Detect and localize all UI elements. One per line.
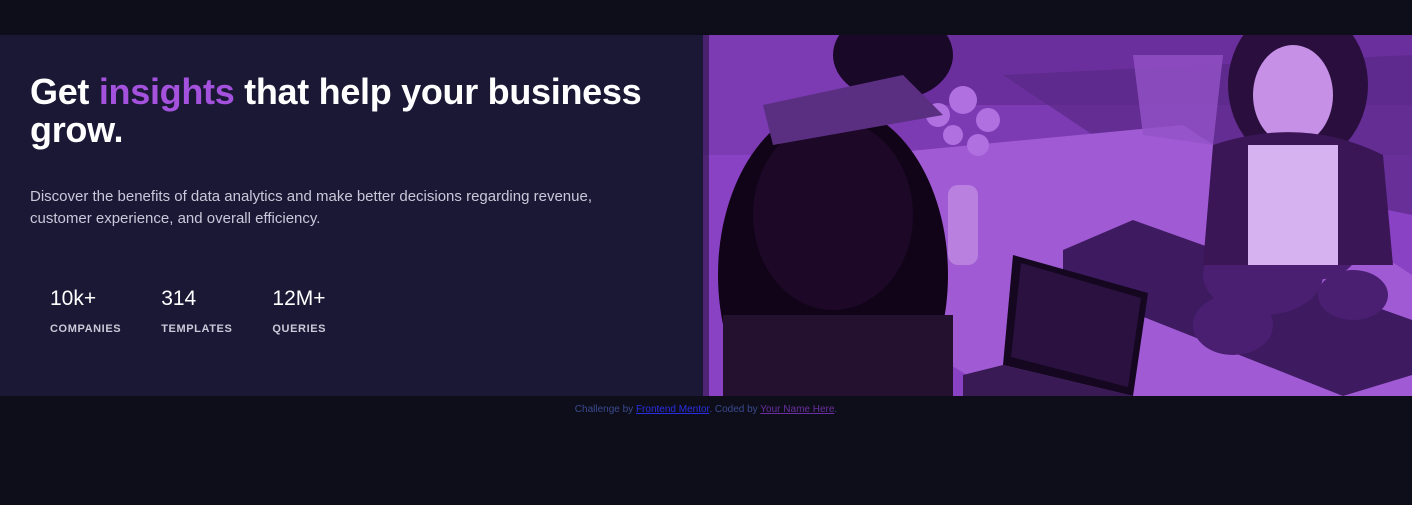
stat-label: QUERIES (272, 323, 327, 335)
stats-list: 10k+ COMPANIES 314 TEMPLATES 12M+ QUERIE… (30, 287, 673, 336)
author-link[interactable]: Your Name Here (760, 404, 834, 415)
stat-templates: 314 TEMPLATES (161, 287, 232, 336)
frontend-mentor-link[interactable]: Frontend Mentor (636, 404, 709, 415)
stat-label: COMPANIES (50, 323, 122, 335)
stat-value: 10k+ (50, 287, 97, 310)
headline-before: Get (30, 71, 90, 112)
stat-companies: 10k+ COMPANIES (50, 287, 121, 336)
hero-content: Get insights that help your business gro… (0, 35, 703, 396)
stat-value: 314 (161, 287, 197, 310)
page-title: Get insights that help your business gro… (30, 73, 673, 149)
hero-description: Discover the benefits of data analytics … (30, 188, 592, 227)
stat-label: TEMPLATES (161, 323, 233, 335)
hero-card: Get insights that help your business gro… (0, 35, 1412, 396)
office-photo-illustration (703, 35, 1412, 396)
attribution-middle: . Coded by (709, 404, 758, 415)
attribution-prefix: Challenge by (574, 404, 634, 415)
attribution-suffix: . (834, 404, 838, 415)
attribution: Challenge by Frontend Mentor. Coded by Y… (0, 404, 1412, 415)
hero-image (703, 35, 1412, 396)
stat-value: 12M+ (272, 287, 326, 310)
headline-accent: insights (98, 71, 235, 112)
stat-queries: 12M+ QUERIES (272, 287, 326, 336)
